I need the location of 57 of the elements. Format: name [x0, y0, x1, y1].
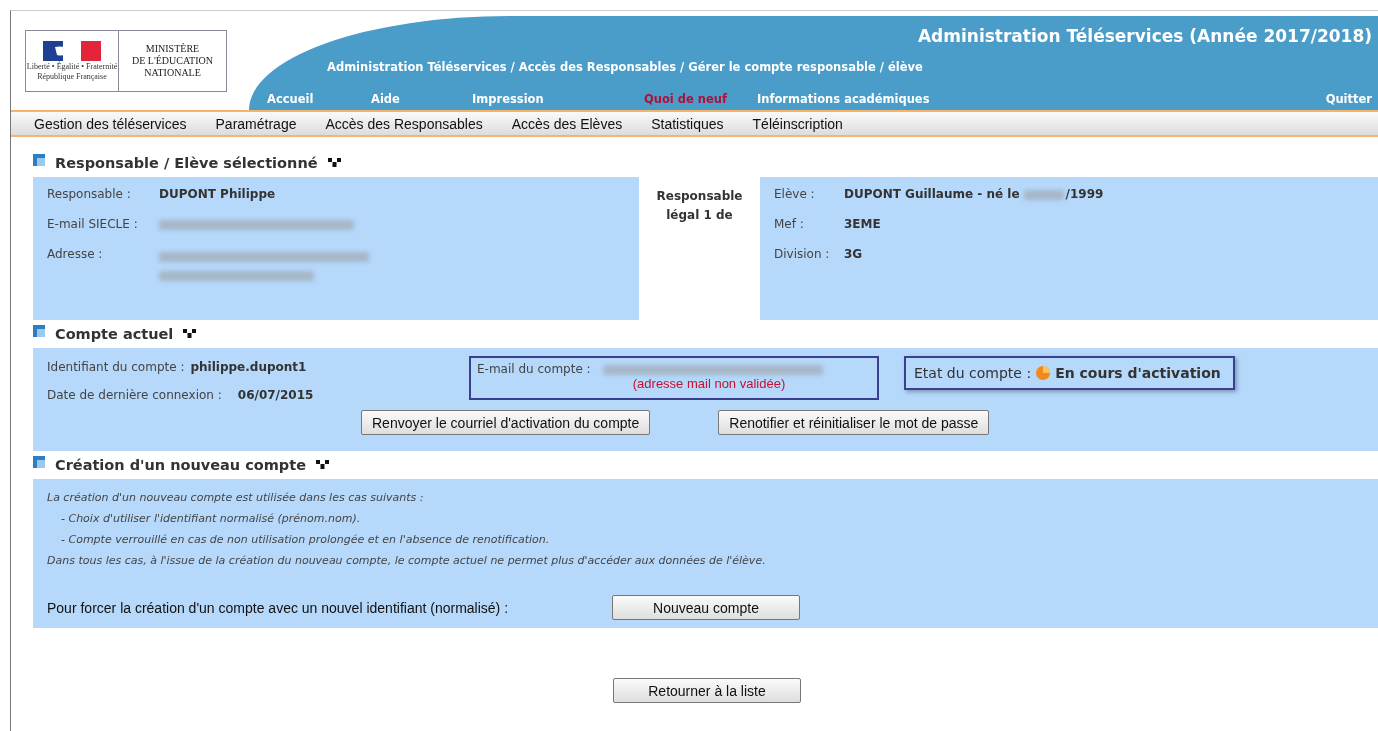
status-icon — [1035, 365, 1052, 381]
info-text: - Compte verrouillé en cas de non utilisation prolongée et en l'absence de renotification. — [60, 532, 551, 548]
warning-text: (adresse mail non validée) — [631, 376, 787, 391]
field-value: 06/07/2015 — [237, 388, 314, 402]
action-button[interactable]: Renvoyer le courriel d'activation du compte — [361, 410, 651, 435]
collapse-icon — [316, 460, 331, 470]
collapse-toggle[interactable] — [327, 158, 342, 168]
section-icon — [33, 154, 45, 166]
new-account-button[interactable]: Nouveau compte — [612, 595, 800, 620]
field-value: 3G — [844, 247, 863, 261]
field-label: Elève : — [774, 187, 816, 203]
field-label: Responsable : — [47, 187, 132, 203]
field-label: Identifiant du compte : — [47, 360, 185, 374]
section-title: Responsable / Elève sélectionné — [55, 155, 318, 171]
info-text: La création d'un nouveau compte est utilisée dans les cas suivants : — [47, 490, 425, 506]
flag-icon — [43, 41, 101, 61]
field-label: Adresse : — [47, 247, 104, 263]
back-button[interactable]: Retourner à la liste — [613, 678, 801, 703]
field-label: Etat du compte : — [914, 365, 1032, 381]
menu-item[interactable]: Gestion des téléservices — [34, 115, 187, 132]
ministry-name: NATIONALE — [144, 67, 201, 79]
section-icon — [33, 325, 45, 337]
menu-item[interactable]: Accès des Elèves — [511, 115, 623, 132]
menu-item[interactable]: Téléinscription — [752, 115, 843, 132]
info-text: Dans tous les cas, à l'issue de la création du nouveau compte, le compte actuel ne permet plus d'accéder aux données de l'élève. — [47, 553, 767, 569]
republic-text: République Française — [37, 72, 107, 81]
menu-item[interactable]: Statistiques — [651, 115, 724, 132]
collapse-icon — [327, 158, 342, 168]
collapse-icon — [183, 329, 198, 339]
field-value: philippe.dupont1 — [190, 360, 307, 374]
collapse-toggle[interactable] — [183, 329, 198, 339]
relation-text: Responsable légal 1 de — [655, 188, 744, 224]
ministry-name: DE L'ÉDUCATION — [132, 55, 213, 67]
motto-text: Liberté • Égalité • Fraternité — [26, 62, 118, 71]
action-button[interactable]: Renotifier et réinitialiser le mot de passe — [718, 410, 990, 435]
collapse-toggle[interactable] — [316, 460, 331, 470]
section-icon — [33, 456, 45, 468]
field-label: Mef : — [774, 217, 805, 233]
menu-item[interactable]: Paramétrage — [215, 115, 297, 132]
field-label: E-mail du compte : — [477, 362, 591, 376]
menu-item[interactable]: Accès des Responsables — [325, 115, 483, 132]
field-label: Division : — [774, 247, 831, 263]
field-value: /1999 — [1065, 187, 1104, 201]
status-value: En cours d'activation — [1055, 365, 1221, 381]
field-label: Date de dernière connexion : — [47, 388, 222, 402]
field-label: E-mail SIECLE : — [47, 217, 139, 233]
info-text: - Choix d'utiliser l'identifiant normalisé (prénom.nom). — [60, 511, 362, 527]
prompt-text: Pour forcer la création d'un compte avec un nouvel identifiant (normalisé) : — [47, 599, 510, 616]
field-value: DUPONT Philippe — [159, 187, 276, 201]
ministry-name: MINISTÈRE — [145, 43, 200, 55]
breadcrumb: Administration Téléservices / Accès des Responsables / Gérer le compte responsable / élève — [327, 60, 923, 74]
section-title: Création d'un nouveau compte — [55, 457, 307, 473]
app-title: Administration Téléservices (Année 2017/2018) — [917, 26, 1372, 48]
redacted-text — [1023, 190, 1064, 200]
section-title: Compte actuel — [55, 326, 174, 342]
field-value: DUPONT Guillaume - né le — [844, 187, 1020, 201]
field-value: 3EME — [844, 217, 881, 231]
